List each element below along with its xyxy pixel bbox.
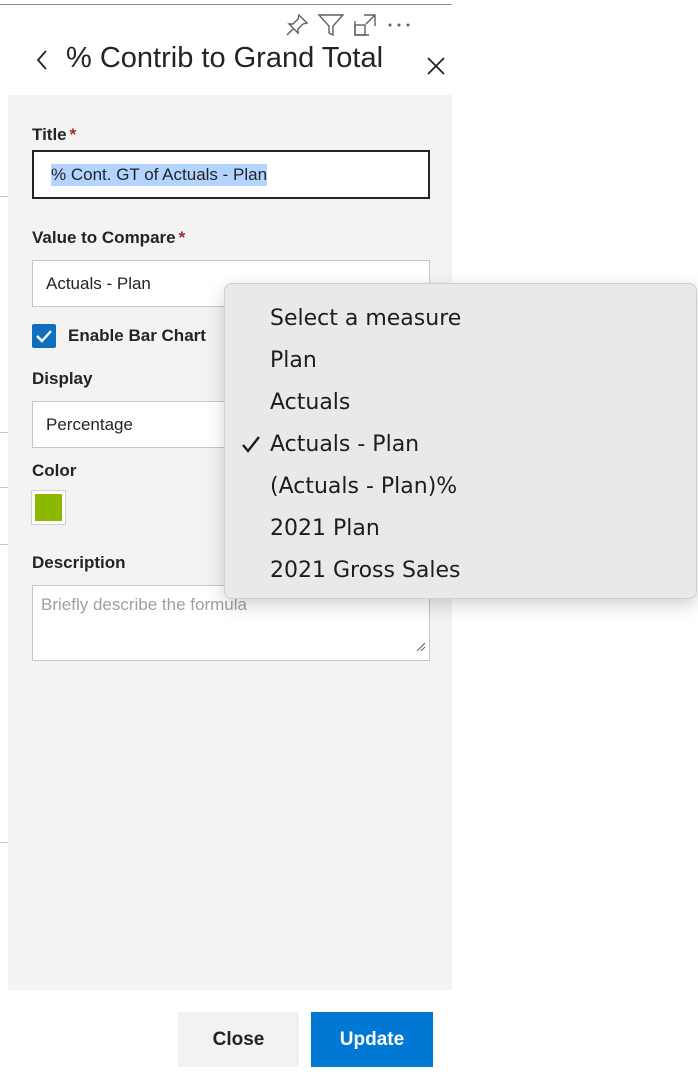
menu-item-2021-plan[interactable]: 2021 Plan [225,507,696,549]
menu-item-actuals-minus-plan-percent[interactable]: (Actuals - Plan)% [225,465,696,507]
visual-header-toolbar [280,8,416,42]
compare-dropdown-value: Actuals - Plan [46,273,151,293]
description-placeholder: Briefly describe the formula [41,595,247,614]
measure-dropdown-menu: Select a measure Plan Actuals Actuals - … [224,283,697,599]
menu-item-actuals-minus-plan[interactable]: Actuals - Plan [225,423,696,465]
checkmark-icon [239,432,263,456]
update-button[interactable]: Update [311,1012,433,1067]
resize-grip-icon[interactable] [414,637,426,657]
report-grid-line [0,544,8,545]
color-label: Color [32,461,77,480]
focus-mode-icon[interactable] [348,8,382,42]
back-chevron-icon[interactable] [30,48,54,72]
report-grid-line [0,487,8,488]
display-dropdown-value: Percentage [46,414,133,434]
report-grid-line [0,432,8,433]
menu-item-2021-gross-sales[interactable]: 2021 Gross Sales [225,549,696,591]
enable-bar-chart-checkbox[interactable] [32,324,56,348]
close-button[interactable]: Close [178,1012,299,1067]
color-swatch [35,494,62,521]
compare-label: Value to Compare * [32,228,186,247]
description-label: Description [32,553,126,572]
title-input-value: % Cont. GT of Actuals - Plan [51,163,268,186]
display-label: Display [32,369,93,388]
required-marker: * [69,125,77,144]
color-picker-button[interactable] [31,490,66,525]
title-input[interactable]: % Cont. GT of Actuals - Plan [32,150,430,199]
menu-item-plan[interactable]: Plan [225,339,696,381]
title-label: Title * [32,125,77,144]
report-background-strip [0,0,8,1080]
page-title: % Contrib to Grand Total [66,42,384,74]
report-grid-line [0,842,8,843]
more-options-icon[interactable] [382,8,416,42]
close-icon[interactable] [422,52,450,80]
menu-item-select-a-measure[interactable]: Select a measure [225,297,696,339]
report-grid-line [0,196,8,197]
required-marker: * [178,228,186,247]
filter-icon[interactable] [314,8,348,42]
pin-icon[interactable] [280,8,314,42]
menu-item-actuals[interactable]: Actuals [225,381,696,423]
enable-bar-chart-label: Enable Bar Chart [68,326,206,345]
